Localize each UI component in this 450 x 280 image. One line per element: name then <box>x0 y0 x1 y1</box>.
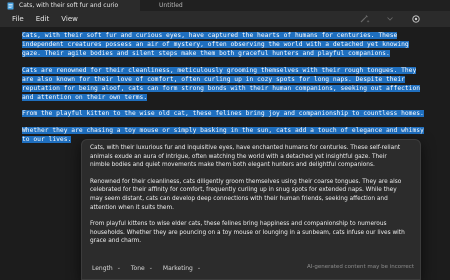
rewrite-text: Cats, with their luxurious fur and inqui… <box>90 144 408 254</box>
rewrite-paragraph: From playful kittens to wise elder cats,… <box>90 221 405 245</box>
chevron-down-icon[interactable] <box>384 13 396 25</box>
menu-actions <box>358 13 422 25</box>
notepad-icon <box>6 1 15 10</box>
document-text[interactable]: Cats, with their soft fur and curious ey… <box>22 31 427 151</box>
tab-bar: Cats, with their soft fur and curio Unti… <box>0 0 450 11</box>
menu-bar: File Edit View <box>0 11 450 27</box>
notepad-icon <box>146 1 155 10</box>
menu-file[interactable]: File <box>6 15 30 23</box>
ai-disclaimer: AI-generated content may be incorrect <box>307 264 414 270</box>
rewrite-options: Length ⌄ Tone ⌄ Marketing ⌄ AI-generated… <box>82 258 422 278</box>
menu-edit[interactable]: Edit <box>30 15 56 23</box>
tone-label: Tone <box>130 264 145 272</box>
copilot-icon[interactable] <box>358 13 370 25</box>
tab-document[interactable]: Cats, with their soft fur and curio <box>0 0 140 11</box>
settings-icon[interactable] <box>410 13 422 25</box>
chevron-down-icon: ⌄ <box>196 265 202 271</box>
editor[interactable]: Cats, with their soft fur and curious ey… <box>0 27 450 280</box>
chevron-down-icon: ⌄ <box>116 265 121 271</box>
format-dropdown[interactable]: Marketing ⌄ <box>163 265 201 272</box>
tab-untitled[interactable]: Untitled <box>140 0 230 11</box>
tab-label: Cats, with their soft fur and curio <box>19 2 119 9</box>
rewrite-panel: Cats, with their luxurious fur and inqui… <box>81 139 421 280</box>
rewrite-paragraph: Cats, with their luxurious fur and inqui… <box>90 145 401 169</box>
tone-dropdown[interactable]: Tone ⌄ <box>131 265 153 272</box>
tab-label: Untitled <box>159 2 183 9</box>
length-dropdown[interactable]: Length ⌄ <box>92 265 121 272</box>
paragraph: From the playful kitten to the wise old … <box>22 110 424 118</box>
paragraph: Cats are renowned for their cleanliness,… <box>22 66 421 102</box>
length-label: Length <box>92 264 113 272</box>
menu-view[interactable]: View <box>55 15 84 23</box>
chevron-down-icon: ⌄ <box>148 265 153 271</box>
format-label: Marketing <box>162 264 193 272</box>
rewrite-paragraph: Renowned for their cleanliness, cats dil… <box>90 178 402 211</box>
paragraph: Cats, with their soft fur and curious ey… <box>22 32 409 58</box>
